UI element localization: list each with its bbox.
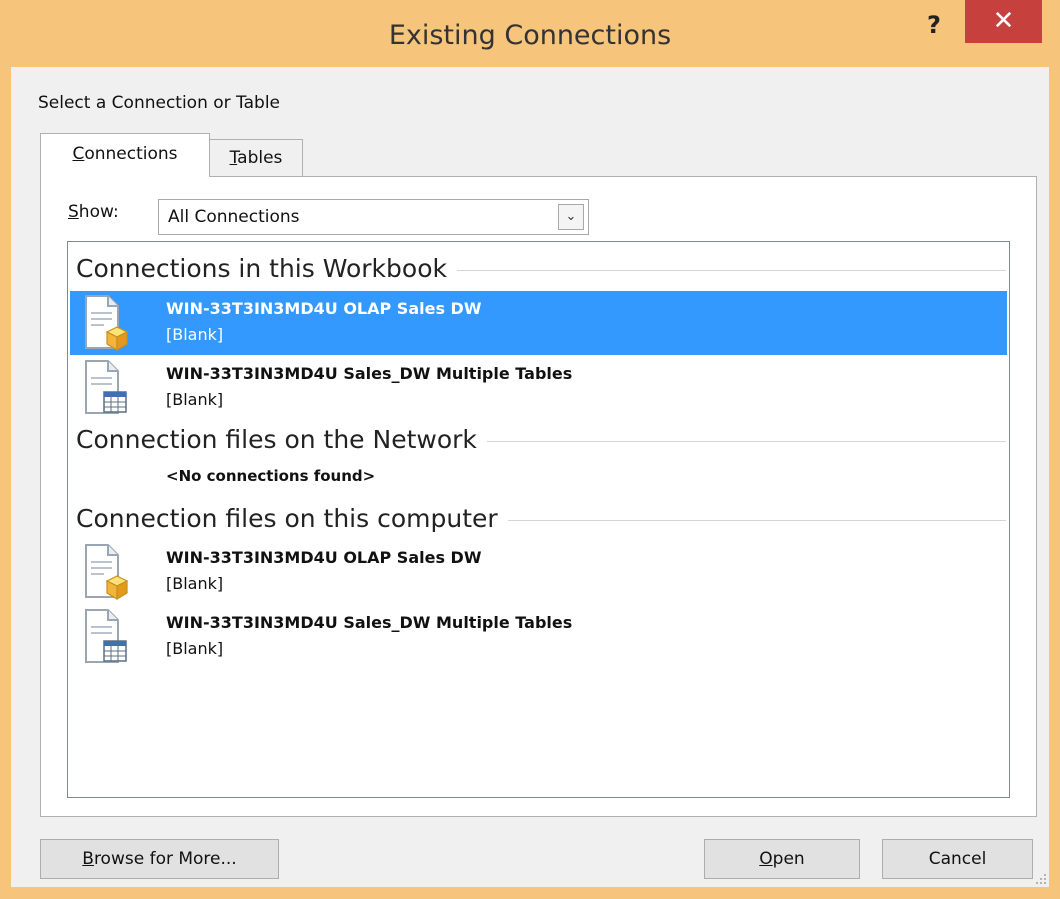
close-button[interactable]: ✕ <box>965 0 1042 43</box>
olap-cube-file-icon <box>85 295 128 352</box>
connection-item[interactable]: WIN-33T3IN3MD4U OLAP Sales DW [Blank] <box>70 291 1007 355</box>
connection-item[interactable]: WIN-33T3IN3MD4U Sales_DW Multiple Tables… <box>70 605 1007 669</box>
help-button[interactable]: ? <box>914 5 954 45</box>
connection-item[interactable]: WIN-33T3IN3MD4U Sales_DW Multiple Tables… <box>70 356 1007 420</box>
connection-description: [Blank] <box>166 390 224 409</box>
group-header-computer: Connection files on this computer <box>76 504 1006 533</box>
table-file-icon <box>85 609 127 663</box>
group-header-workbook: Connections in this Workbook <box>76 254 1006 283</box>
dialog-client-area: Select a Connection or Table Connections… <box>11 67 1049 887</box>
connection-list[interactable]: Connections in this Workbook WIN-33T3IN3… <box>67 241 1010 798</box>
show-dropdown[interactable]: All Connections ⌄ <box>158 199 589 235</box>
resize-grip-icon[interactable] <box>1033 871 1047 885</box>
connections-tab-panel: Show: All Connections ⌄ Connections in t… <box>40 176 1037 817</box>
connection-description: [Blank] <box>166 574 224 593</box>
browse-for-more-button[interactable]: Browse for More... <box>40 839 279 879</box>
chevron-down-icon[interactable]: ⌄ <box>558 204 584 230</box>
section-label: Select a Connection or Table <box>38 93 281 113</box>
close-icon: ✕ <box>992 6 1015 36</box>
connection-name: WIN-33T3IN3MD4U Sales_DW Multiple Tables <box>166 364 573 383</box>
connection-name: WIN-33T3IN3MD4U OLAP Sales DW <box>166 299 482 318</box>
tab-connections[interactable]: Connections <box>40 133 210 177</box>
connection-name: WIN-33T3IN3MD4U OLAP Sales DW <box>166 548 482 567</box>
tab-tables[interactable]: Tables <box>209 139 303 177</box>
open-button[interactable]: Open <box>704 839 860 879</box>
show-dropdown-value: All Connections <box>168 207 300 227</box>
olap-cube-file-icon <box>85 544 128 601</box>
connection-name: WIN-33T3IN3MD4U Sales_DW Multiple Tables <box>166 613 573 632</box>
existing-connections-dialog: Existing Connections ? ✕ Select a Connec… <box>0 0 1060 899</box>
table-file-icon <box>85 360 127 414</box>
window-title: Existing Connections <box>388 20 672 51</box>
cancel-button[interactable]: Cancel <box>882 839 1033 879</box>
no-connections-text: <No connections found> <box>166 467 376 485</box>
connection-description: [Blank] <box>166 639 224 658</box>
group-header-network: Connection files on the Network <box>76 425 1006 454</box>
connection-description: [Blank] <box>166 325 224 344</box>
connection-item[interactable]: WIN-33T3IN3MD4U OLAP Sales DW [Blank] <box>70 540 1007 604</box>
show-label: Show: <box>68 202 119 222</box>
